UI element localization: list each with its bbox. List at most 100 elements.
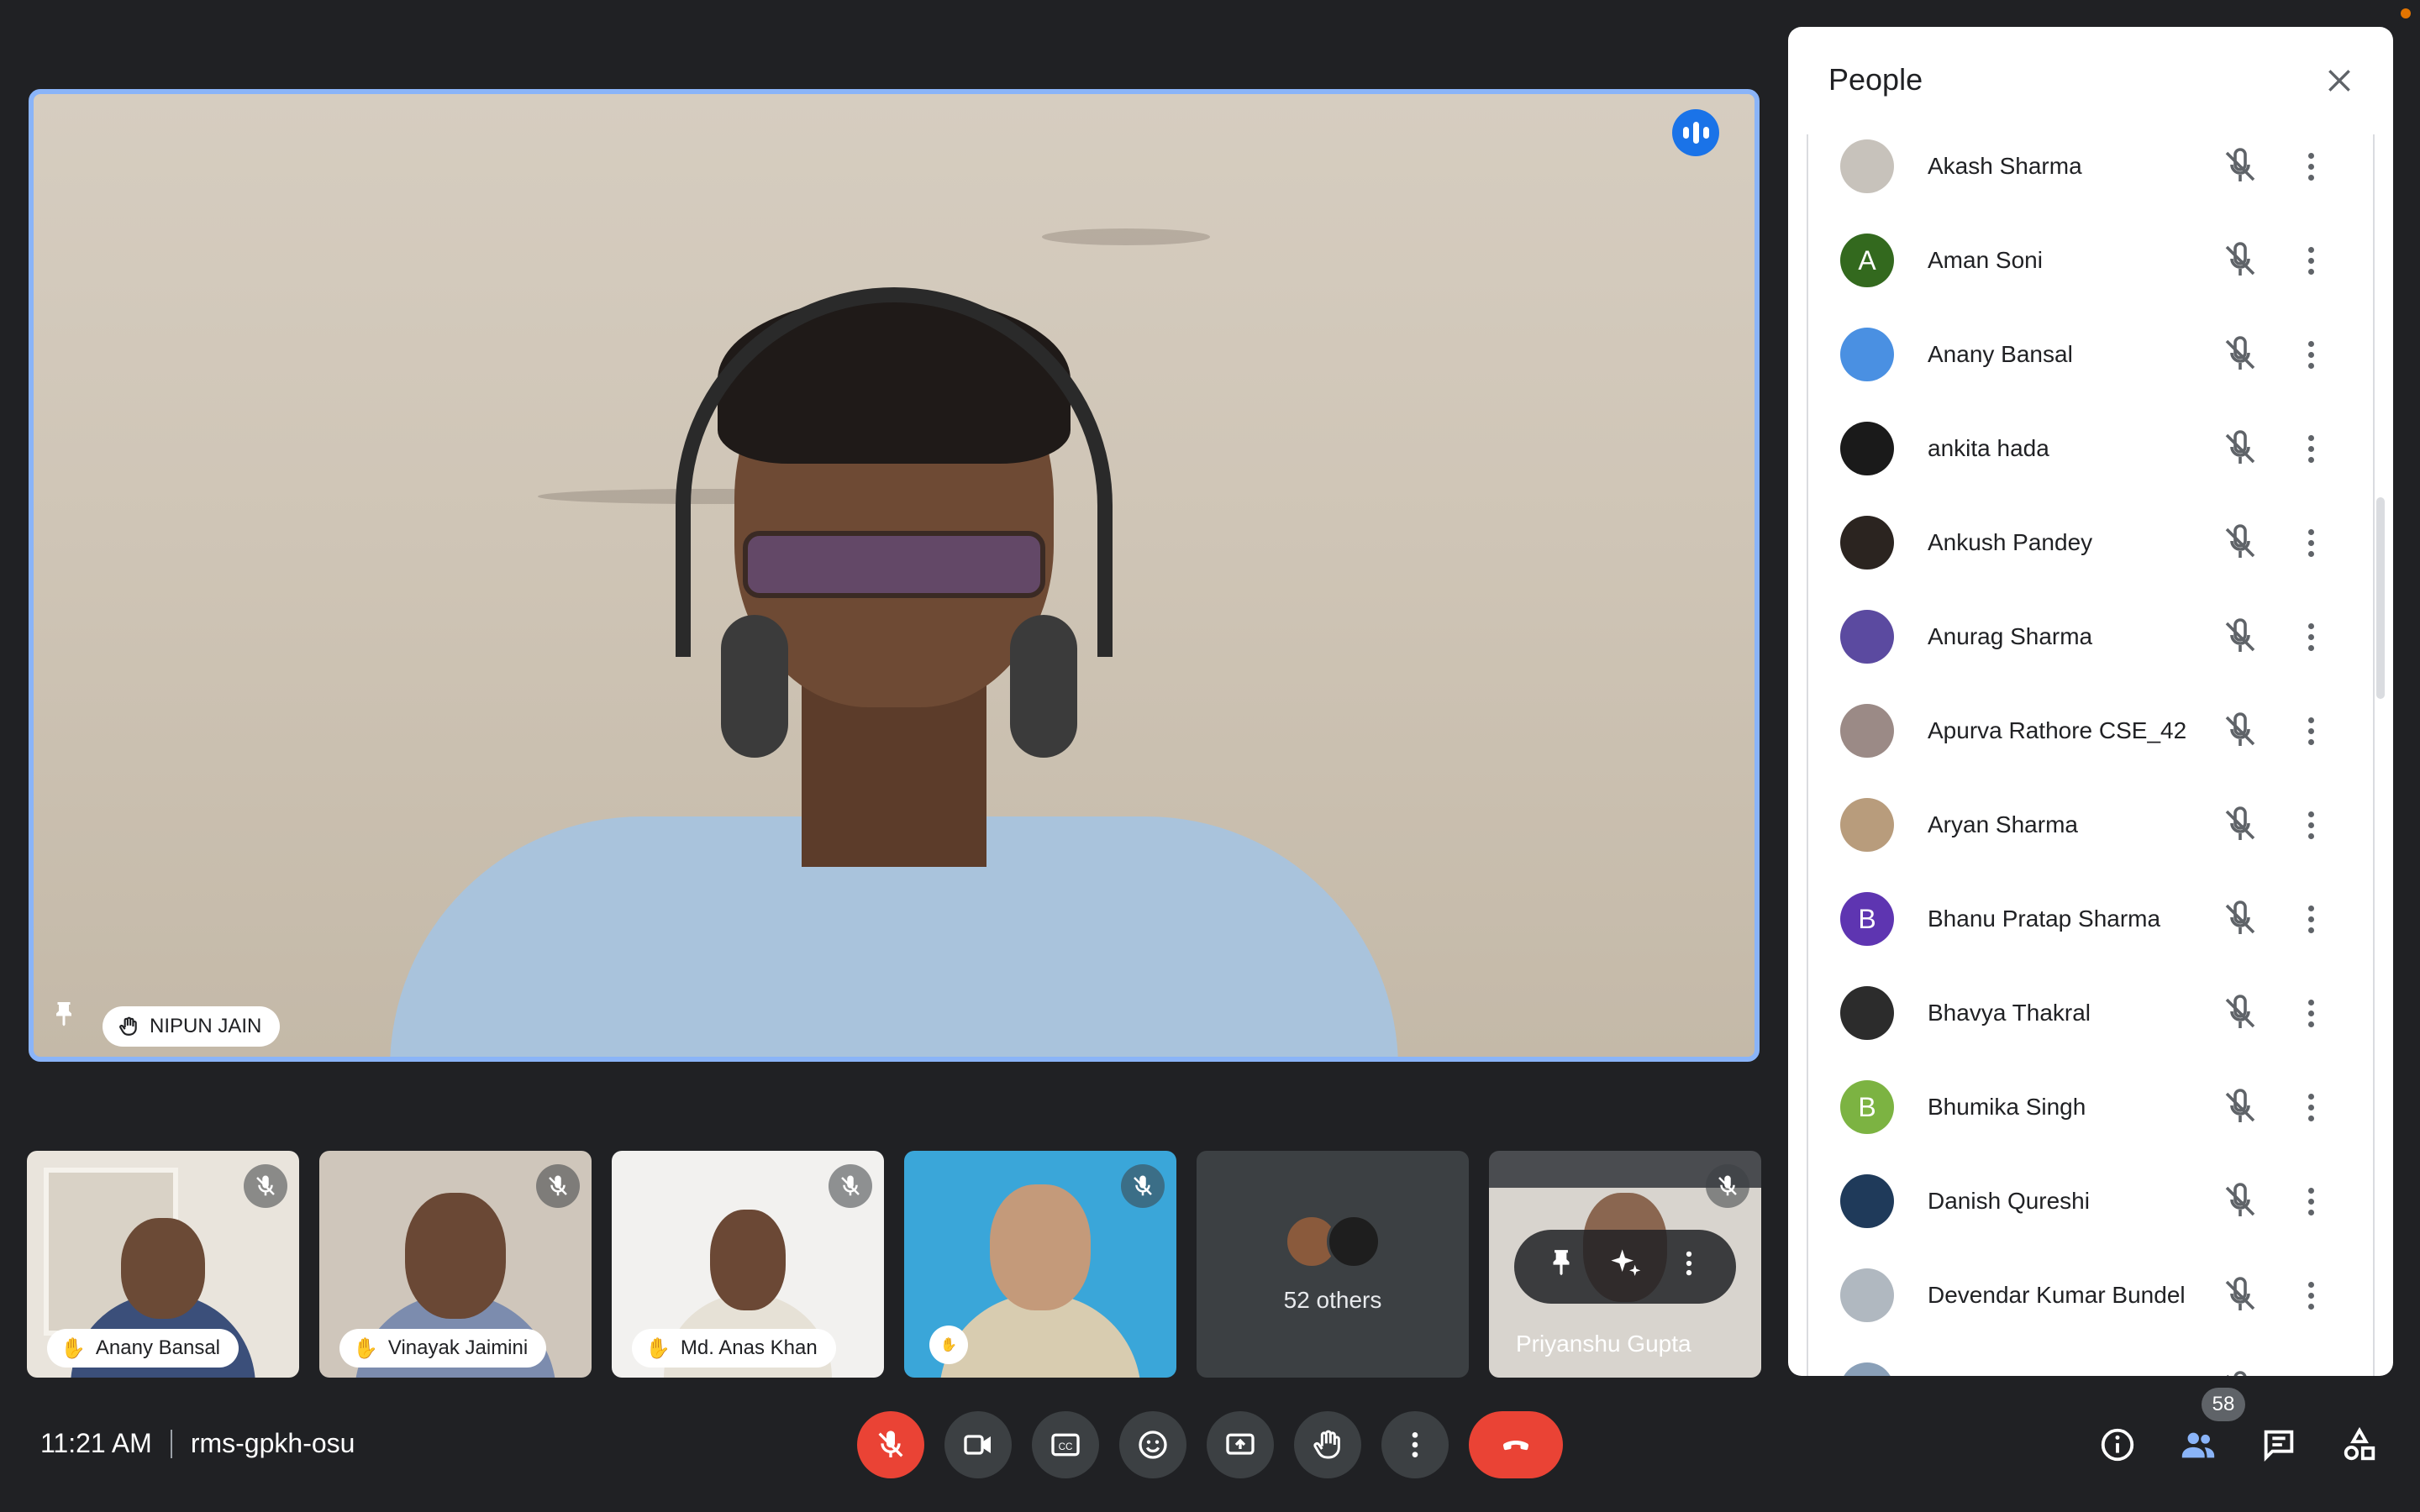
raise-hand-button[interactable] [1294, 1411, 1361, 1478]
meeting-info: 11:21 AM rms-gpkh-osu [40, 1428, 355, 1459]
participant-row[interactable]: Anurag Sharma [1808, 590, 2373, 684]
svg-text:CC: CC [1059, 1441, 1073, 1452]
avatar [1840, 139, 1894, 193]
participant-name: Akash Sharma [1928, 153, 2082, 179]
participant-row[interactable]: B Bhumika Singh [1808, 1060, 2373, 1154]
avatar [1840, 986, 1894, 1040]
camera-toggle-button[interactable] [944, 1411, 1012, 1478]
people-button[interactable] [2175, 1421, 2222, 1468]
participant-row[interactable]: B Bhanu Pratap Sharma [1808, 872, 2373, 966]
mic-off-icon[interactable] [2220, 1181, 2260, 1221]
participant-tile[interactable]: Priyanshu Gupta [1489, 1151, 1761, 1378]
participant-face [121, 1218, 205, 1319]
more-options-icon[interactable] [2301, 334, 2321, 375]
participant-name: Bhumika Singh [1928, 1094, 2086, 1120]
more-options-icon[interactable] [2301, 805, 2321, 845]
people-panel: People Akash Sharma A Aman Soni Anany Bansa… [1788, 27, 2393, 1376]
participant-row[interactable]: Apurva Rathore CSE_42 [1808, 684, 2373, 778]
participant-row[interactable]: A Aman Soni [1808, 213, 2373, 307]
participant-tile[interactable]: ✋ Anany Bansal [27, 1151, 299, 1378]
mic-off-icon[interactable] [2220, 1369, 2260, 1376]
avatar [1840, 610, 1894, 664]
more-options-icon[interactable] [2301, 240, 2321, 281]
mic-off-icon[interactable] [2220, 1087, 2260, 1127]
mic-off-icon[interactable] [2220, 334, 2260, 375]
participant-list[interactable]: Akash Sharma A Aman Soni Anany Bansal ankita… [1807, 134, 2375, 1376]
more-options-icon[interactable] [2301, 617, 2321, 657]
avatar [1840, 328, 1894, 381]
participant-row[interactable]: Bhavya Thakral [1808, 966, 2373, 1060]
main-speaker-name: NIPUN JAIN [150, 1015, 262, 1037]
close-icon[interactable] [2316, 57, 2363, 104]
pin-icon[interactable] [1545, 1247, 1577, 1287]
pin-icon[interactable] [49, 1000, 82, 1037]
main-speaker-tile[interactable]: NIPUN JAIN [29, 89, 1760, 1062]
mic-off-icon [536, 1164, 580, 1208]
participant-face [710, 1210, 786, 1310]
more-options-icon[interactable] [2301, 1087, 2321, 1127]
more-options-icon[interactable] [1673, 1247, 1705, 1287]
present-screen-button[interactable] [1207, 1411, 1274, 1478]
headset-left-cup [721, 615, 788, 758]
participant-row[interactable]: Aryan Sharma [1808, 778, 2373, 872]
captions-button[interactable]: CC [1032, 1411, 1099, 1478]
participant-row[interactable]: Danish Qureshi [1808, 1154, 2373, 1248]
raised-hand-icon [1313, 1430, 1340, 1459]
participant-tile[interactable]: ✋ [904, 1151, 1176, 1378]
reactions-button[interactable] [1119, 1411, 1186, 1478]
participant-name: Anurag Sharma [1928, 623, 2093, 649]
tile-hover-controls [1514, 1230, 1736, 1304]
more-options-icon[interactable] [2301, 1181, 2321, 1221]
activities-button[interactable] [2336, 1421, 2383, 1468]
mic-toggle-button[interactable] [857, 1411, 924, 1478]
participant-tile[interactable]: ✋ Vinayak Jaimini [319, 1151, 592, 1378]
more-options-icon[interactable] [2301, 1369, 2321, 1376]
others-tile[interactable]: 52 others [1197, 1151, 1469, 1378]
scrollbar[interactable] [2376, 497, 2385, 699]
participant-row[interactable]: Devendar Kumar Bundel [1808, 1248, 2373, 1342]
more-options-icon[interactable] [2301, 899, 2321, 939]
participant-name-chip: ✋ Vinayak Jaimini [339, 1329, 547, 1368]
mic-off-icon[interactable] [2220, 1275, 2260, 1315]
avatar [1840, 1362, 1894, 1376]
participant-row[interactable]: Ankush Pandey [1808, 496, 2373, 590]
participant-row[interactable]: Akash Sharma [1808, 134, 2373, 213]
raised-hand-icon: ✋ [60, 1336, 86, 1360]
participant-row[interactable]: Dinesh bhargav [1808, 1342, 2373, 1376]
participant-name: Priyanshu Gupta [1516, 1331, 1691, 1357]
participant-face [405, 1193, 506, 1319]
more-options-icon[interactable] [2301, 711, 2321, 751]
raised-hand-icon: ✋ [929, 1326, 968, 1364]
panel-title: People [1828, 62, 1923, 97]
leave-call-button[interactable] [1469, 1411, 1563, 1478]
mic-off-icon [878, 1431, 903, 1457]
participant-name-chip: ✋ Anany Bansal [47, 1329, 239, 1368]
more-options-icon[interactable] [2301, 993, 2321, 1033]
more-options-icon[interactable] [2301, 522, 2321, 563]
mic-off-icon[interactable] [2220, 805, 2260, 845]
meeting-details-button[interactable] [2094, 1421, 2141, 1468]
more-options-button[interactable] [1381, 1411, 1449, 1478]
chat-button[interactable] [2255, 1421, 2302, 1468]
main-speaker-name-chip: NIPUN JAIN [103, 1006, 281, 1047]
more-options-icon[interactable] [2301, 1275, 2321, 1315]
mic-off-icon[interactable] [2220, 899, 2260, 939]
mic-off-icon[interactable] [2220, 993, 2260, 1033]
mic-off-icon[interactable] [2220, 428, 2260, 469]
participant-row[interactable]: Anany Bansal [1808, 307, 2373, 402]
effects-sparkle-icon[interactable] [1608, 1247, 1642, 1288]
more-vert-icon [1412, 1432, 1418, 1457]
participant-tile[interactable]: ✋ Md. Anas Khan [612, 1151, 884, 1378]
more-options-icon[interactable] [2301, 428, 2321, 469]
more-options-icon[interactable] [2301, 146, 2321, 186]
avatar [1840, 516, 1894, 570]
clock-time: 11:21 AM [40, 1428, 152, 1458]
avatar [1840, 798, 1894, 852]
mic-off-icon[interactable] [2220, 240, 2260, 281]
mic-off-icon [244, 1164, 287, 1208]
participant-row[interactable]: ankita hada [1808, 402, 2373, 496]
mic-off-icon[interactable] [2220, 522, 2260, 563]
mic-off-icon[interactable] [2220, 711, 2260, 751]
mic-off-icon[interactable] [2220, 146, 2260, 186]
mic-off-icon[interactable] [2220, 617, 2260, 657]
